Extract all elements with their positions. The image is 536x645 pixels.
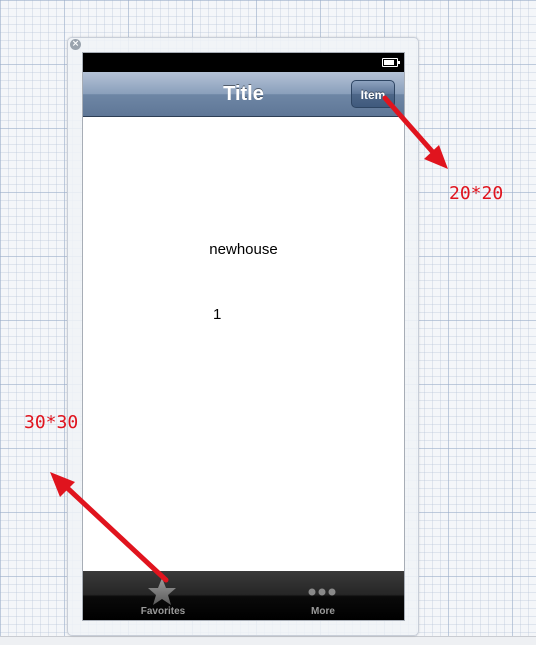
number-label: 1: [213, 306, 222, 323]
annotation-nav-item-size: 20*20: [449, 183, 504, 204]
star-icon: [148, 578, 176, 605]
nav-item-button[interactable]: Item: [351, 80, 395, 108]
more-dots-icon: [308, 588, 336, 596]
tab-label-more: More: [311, 606, 335, 617]
tab-label-favorites: Favorites: [140, 606, 186, 617]
battery-icon: [382, 58, 400, 67]
status-bar: [83, 53, 404, 72]
navigation-bar: Title Item: [83, 72, 404, 117]
close-scene-icon[interactable]: ×: [70, 39, 81, 50]
tab-more[interactable]: More: [243, 571, 403, 620]
iphone-view-controller: Title Item newhouse 1 Favorites More: [82, 52, 405, 621]
annotation-tab-icon-size: 30*30: [24, 412, 79, 433]
newhouse-label: newhouse: [209, 241, 278, 258]
tab-bar: Favorites More: [83, 571, 404, 620]
tab-favorites[interactable]: Favorites: [83, 571, 243, 620]
